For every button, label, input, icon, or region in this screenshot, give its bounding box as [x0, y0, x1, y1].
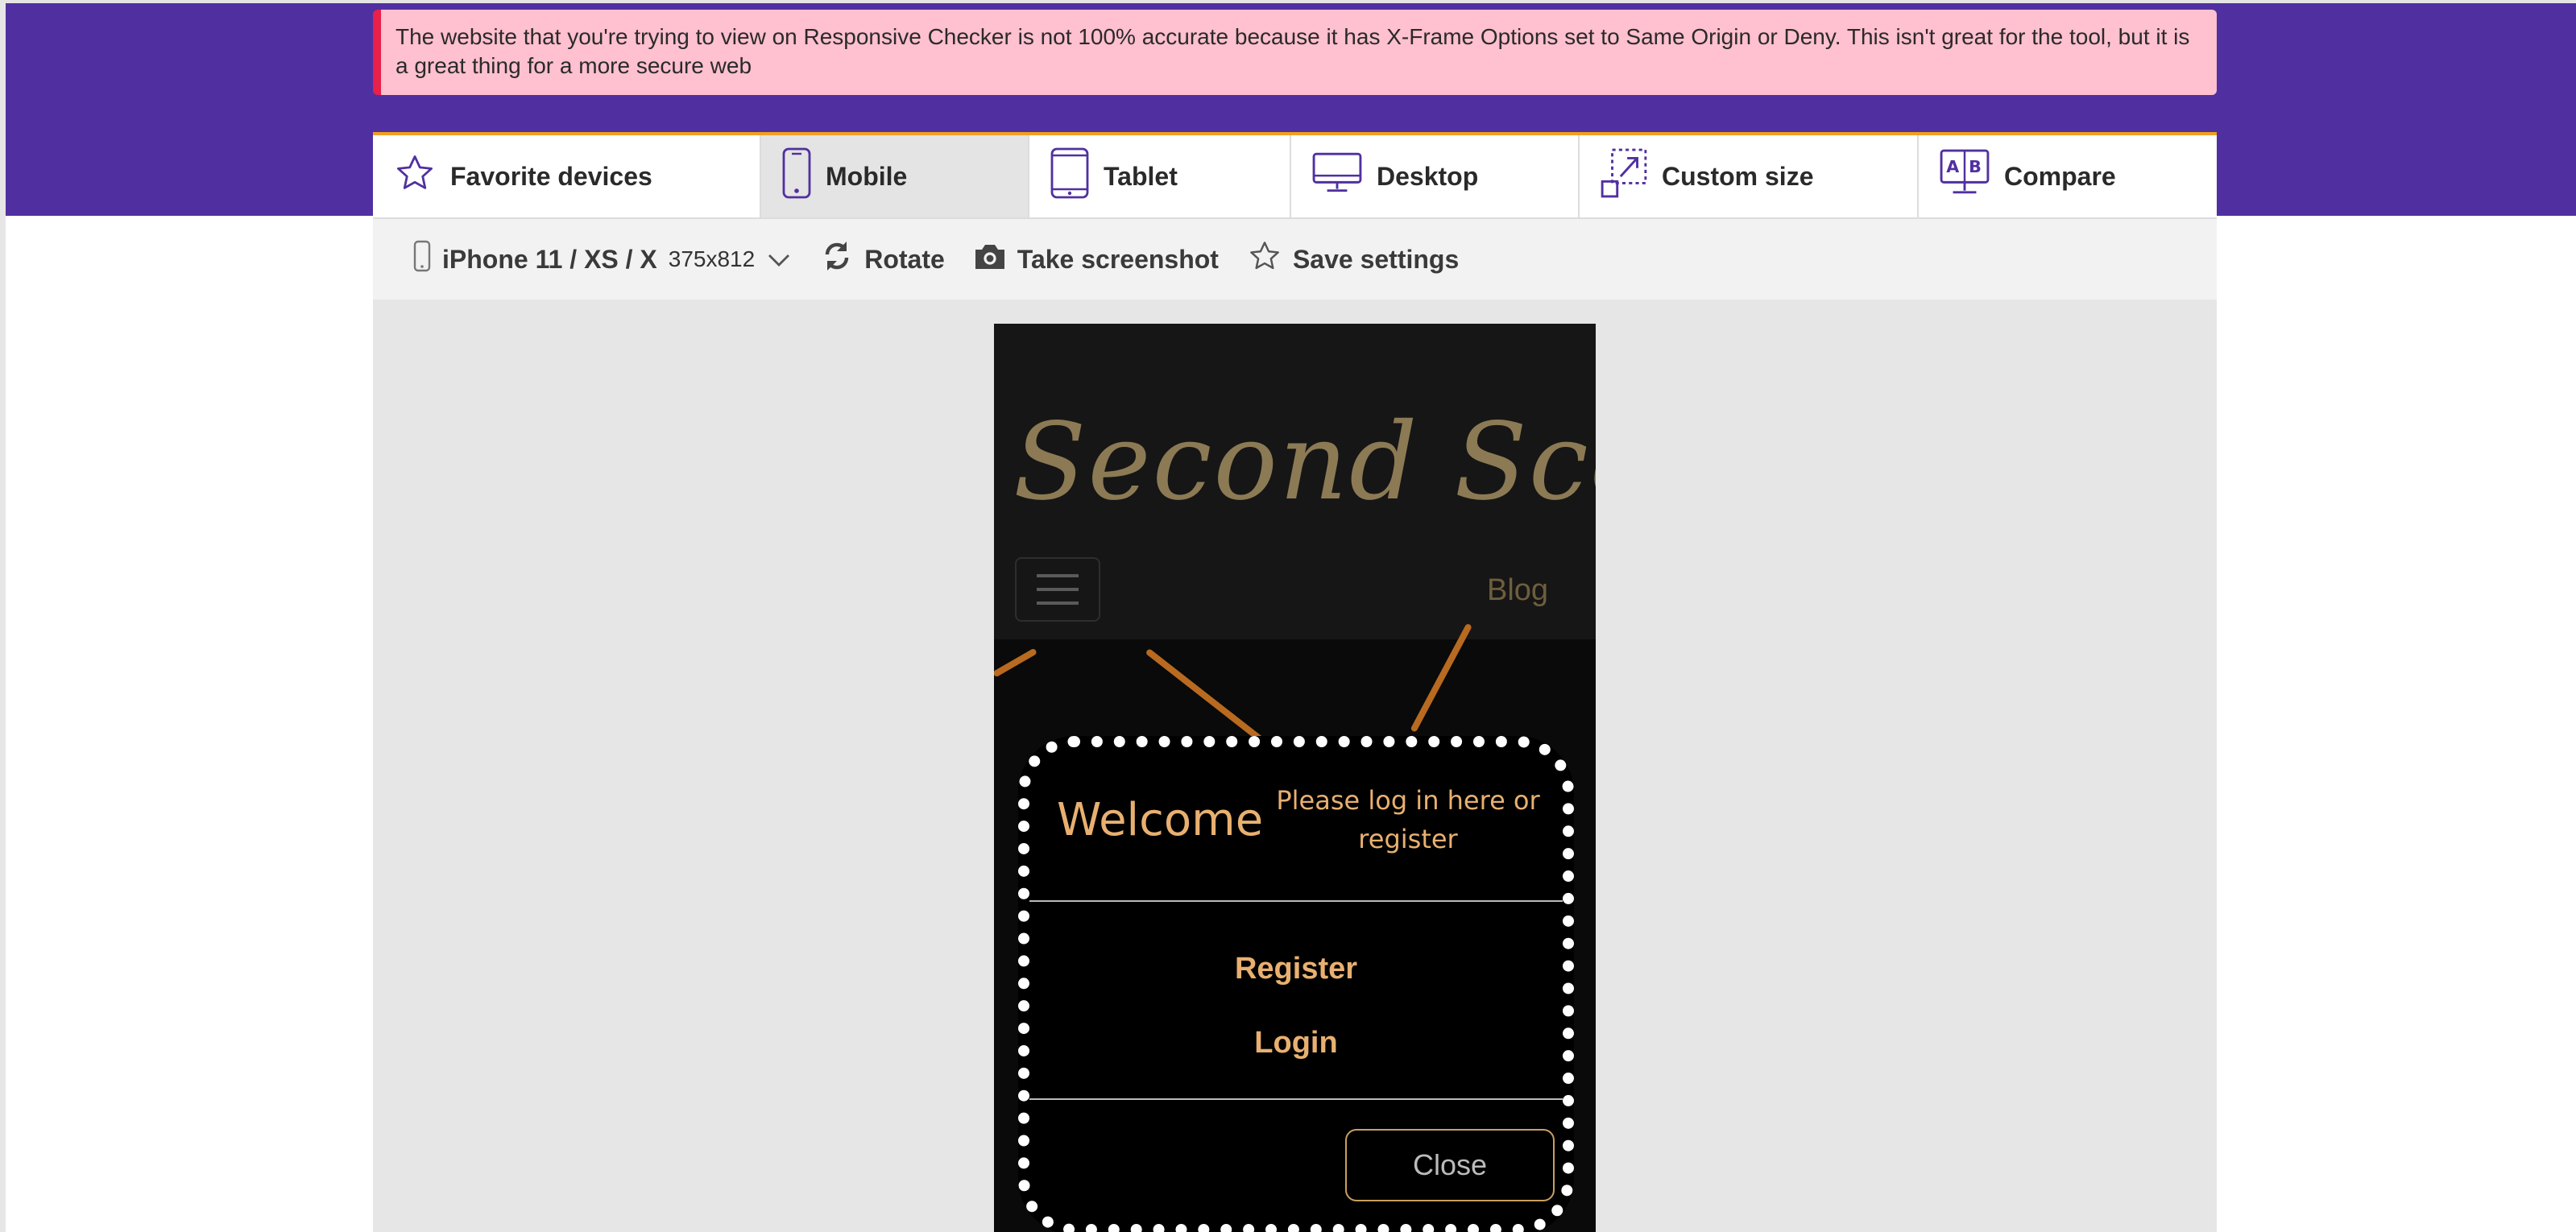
rotate-button[interactable]: Rotate — [821, 240, 945, 279]
tab-favorite-devices[interactable]: Favorite devices — [373, 135, 761, 217]
site-logo[interactable]: Second Scoop — [1013, 400, 1596, 524]
blog-nav-link[interactable]: Blog — [1487, 573, 1548, 608]
tab-desktop[interactable]: Desktop — [1291, 135, 1580, 217]
light-ray — [1410, 622, 1472, 733]
tab-tablet[interactable]: Tablet — [1029, 135, 1291, 217]
device-toolbar: iPhone 11 / XS / X 375x812 Rotate Take s… — [373, 217, 2217, 300]
alert-text: The website that you're trying to view o… — [396, 24, 2190, 78]
rotate-icon — [821, 240, 853, 279]
star-outline-icon — [1248, 239, 1282, 279]
mobile-icon — [782, 147, 811, 205]
tab-label: Favorite devices — [450, 161, 652, 191]
tab-compare[interactable]: AB Compare — [1919, 135, 2217, 217]
custom-size-icon — [1601, 148, 1647, 205]
tab-label: Mobile — [826, 161, 908, 191]
welcome-modal: Welcome Please log in here or register R… — [1018, 736, 1574, 1232]
svg-text:A: A — [1946, 157, 1959, 176]
tab-custom-size[interactable]: Custom size — [1580, 135, 1919, 217]
device-tabs: Favorite devices Mobile Tablet Desktop C… — [373, 132, 2217, 217]
device-name: iPhone 11 / XS / X — [442, 244, 657, 274]
hamburger-menu-button[interactable] — [1015, 557, 1100, 622]
site-header: Second Scoop Blog — [994, 324, 1596, 639]
star-icon — [394, 152, 436, 201]
register-link[interactable]: Register — [1029, 952, 1563, 986]
light-ray — [994, 647, 1037, 678]
modal-title: Welcome — [1057, 794, 1264, 846]
tab-label: Tablet — [1104, 161, 1178, 191]
device-select[interactable]: iPhone 11 / XS / X 375x812 — [413, 240, 792, 279]
modal-hint: Please log in here or register — [1276, 785, 1540, 854]
camera-icon — [974, 242, 1006, 277]
phone-icon — [413, 240, 431, 279]
desktop-icon — [1312, 152, 1362, 201]
chevron-down-icon — [766, 245, 792, 275]
divider — [1029, 900, 1563, 902]
xframe-warning-alert: The website that you're trying to view o… — [373, 10, 2217, 95]
tab-label: Desktop — [1377, 161, 1479, 191]
svg-text:B: B — [1969, 157, 1982, 176]
save-settings-label: Save settings — [1292, 244, 1460, 274]
divider — [1029, 1098, 1563, 1100]
take-screenshot-button[interactable]: Take screenshot — [974, 242, 1219, 277]
tab-label: Compare — [2004, 161, 2116, 191]
device-dimensions: 375x812 — [668, 246, 756, 271]
tab-mobile[interactable]: Mobile — [761, 135, 1029, 217]
device-preview-frame[interactable]: Second Scoop Blog Welcome Please log in … — [994, 324, 1596, 1232]
compare-icon: AB — [1940, 149, 1990, 204]
save-settings-button[interactable]: Save settings — [1248, 239, 1459, 279]
close-button[interactable]: Close — [1345, 1129, 1555, 1201]
top-edge-line — [0, 0, 2576, 3]
login-link[interactable]: Login — [1029, 1026, 1563, 1060]
screenshot-label: Take screenshot — [1017, 244, 1219, 274]
tab-label: Custom size — [1662, 161, 1814, 191]
tablet-icon — [1050, 147, 1089, 205]
window-edge — [0, 0, 6, 1232]
rotate-label: Rotate — [864, 244, 945, 274]
